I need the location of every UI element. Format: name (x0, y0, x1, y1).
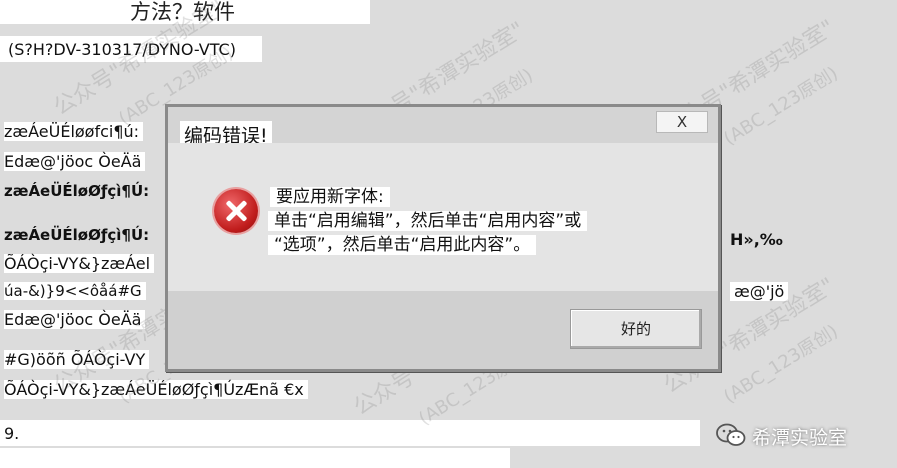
wechat-icon (716, 423, 746, 446)
dialog-body: 要应用新字体: 单击“启用编辑”，然后单击“启用内容”或 “选项”，然后单击“启… (168, 143, 718, 291)
document-line: Edæ@'jöoc ÒeÄä (4, 152, 146, 172)
close-button[interactable]: X (656, 111, 708, 133)
encoding-error-dialog: 编码错误! X 要应用新字体: 单击“启用编辑”，然后单击“启用内容”或 “选项… (165, 104, 721, 372)
document-line: zæÁeÜÉløØƒçì¶Ú: (4, 182, 150, 200)
ok-button[interactable]: 好的 (570, 309, 702, 349)
document-title: 方法？软件 (130, 0, 235, 24)
document-fragment: H»,‰ (730, 230, 783, 249)
dialog-message-line: 要应用新字体: (270, 187, 390, 208)
document-line: zæÁeÜÉløØƒçì¶Ú: (4, 226, 150, 244)
document-line: zæÁeÜÉløøfci¶ú: (4, 122, 144, 142)
document-line: úa-&)}9<<ôåá#G (4, 282, 146, 300)
dialog-titlebar[interactable]: 编码错误! X (168, 107, 718, 148)
document-line: ÕÁÒçi-VY&}zæÁel (4, 254, 155, 274)
document-line: 9. (4, 424, 20, 443)
document-subtitle: (S?H?DV-310317/DYNO-VTC) (8, 40, 236, 59)
dialog-message-line: 单击“启用编辑”，然后单击“启用内容”或 (268, 211, 588, 232)
line-highlight (0, 448, 510, 468)
document-line: ÕÁÒçi-VY&}zæÁeÜÉløØƒçì¶ÚzÆnã €x (4, 380, 308, 400)
brand-name: 希潭实验室 (752, 427, 848, 449)
error-icon (214, 189, 258, 233)
document-line: #G)öõñ ÕÁÒçi-VY (4, 350, 150, 370)
line-highlight (0, 420, 700, 446)
document-fragment: æ@'jö (730, 282, 789, 302)
document-line: Edæ@'jöoc ÒeÄä (4, 310, 146, 330)
brand-badge: 希潭实验室 (716, 420, 886, 452)
dialog-footer: 好的 (168, 291, 718, 369)
dialog-message-line: “选项”，然后单击“启用此内容”。 (268, 235, 537, 256)
